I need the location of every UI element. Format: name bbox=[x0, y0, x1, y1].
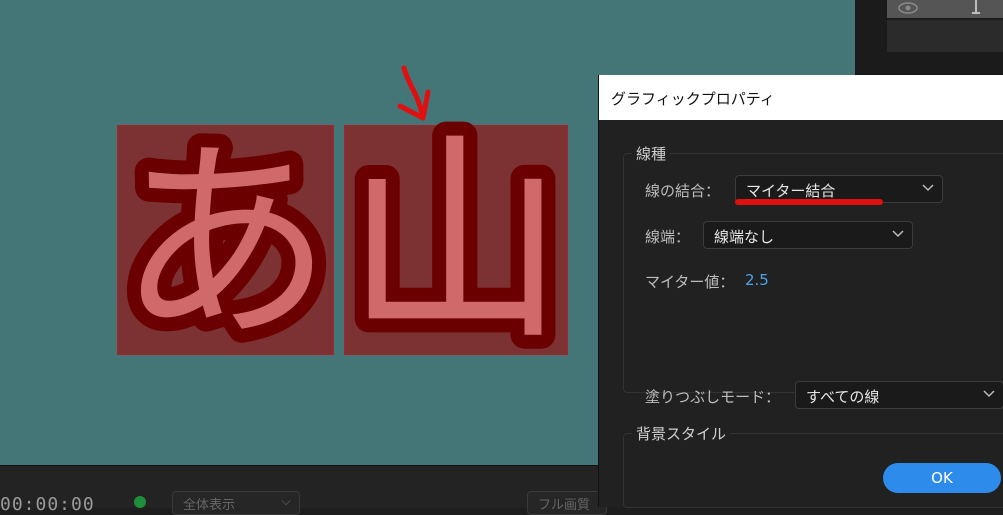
annotation-underline bbox=[735, 199, 883, 205]
cap-value: 線端なし bbox=[714, 228, 775, 246]
chevron-down-icon bbox=[983, 390, 995, 398]
view-mode-select[interactable]: 全体表示 ⌵ bbox=[172, 491, 300, 515]
miter-label: マイター値： bbox=[645, 273, 735, 291]
line-type-legend: 線種 bbox=[632, 143, 671, 164]
fill-mode-label: 塗りつぶしモード： bbox=[645, 388, 781, 406]
timecode: 00:00:00 bbox=[0, 494, 95, 515]
graphic-properties-dialog: グラフィックプロパティ 線種 線の結合： マイター結合 線端： 線端なし マイタ… bbox=[598, 75, 1003, 508]
layers-panel bbox=[855, 0, 1003, 75]
layer-row-empty[interactable] bbox=[887, 20, 1003, 52]
join-label: 線の結合： bbox=[645, 182, 721, 200]
cap-dropdown[interactable]: 線端なし bbox=[703, 221, 913, 249]
miter-value[interactable]: 2.5 bbox=[745, 271, 769, 289]
dialog-titlebar[interactable]: グラフィックプロパティ bbox=[599, 75, 1003, 120]
timeline-bar: 00:00:00 全体表示 ⌵ フル画質 bbox=[0, 465, 607, 515]
fill-mode-dropdown[interactable]: すべての線 bbox=[795, 381, 1003, 409]
dialog-title: グラフィックプロパティ bbox=[611, 90, 775, 108]
glyph-a: あ bbox=[118, 118, 333, 369]
background-style-legend: 背景スタイル bbox=[632, 423, 731, 444]
chevron-down-icon bbox=[892, 230, 904, 238]
quality-label: フル画質 bbox=[538, 498, 591, 513]
annotation-arrow-icon bbox=[397, 65, 431, 121]
view-mode-label: 全体表示 bbox=[183, 498, 236, 513]
fill-mode-value: すべての線 bbox=[806, 388, 880, 406]
quality-select[interactable]: フル画質 bbox=[527, 491, 607, 515]
eye-icon[interactable] bbox=[897, 1, 919, 15]
layer-row[interactable] bbox=[887, 0, 1003, 18]
cap-label: 線端： bbox=[645, 228, 691, 246]
status-indicator bbox=[134, 496, 146, 508]
join-value: マイター結合 bbox=[746, 182, 836, 200]
glyph-yama: 山 bbox=[345, 114, 565, 370]
layer-handle-icon[interactable] bbox=[971, 0, 981, 16]
chevron-down-icon bbox=[922, 184, 934, 192]
ok-button[interactable]: OK bbox=[883, 463, 1001, 493]
